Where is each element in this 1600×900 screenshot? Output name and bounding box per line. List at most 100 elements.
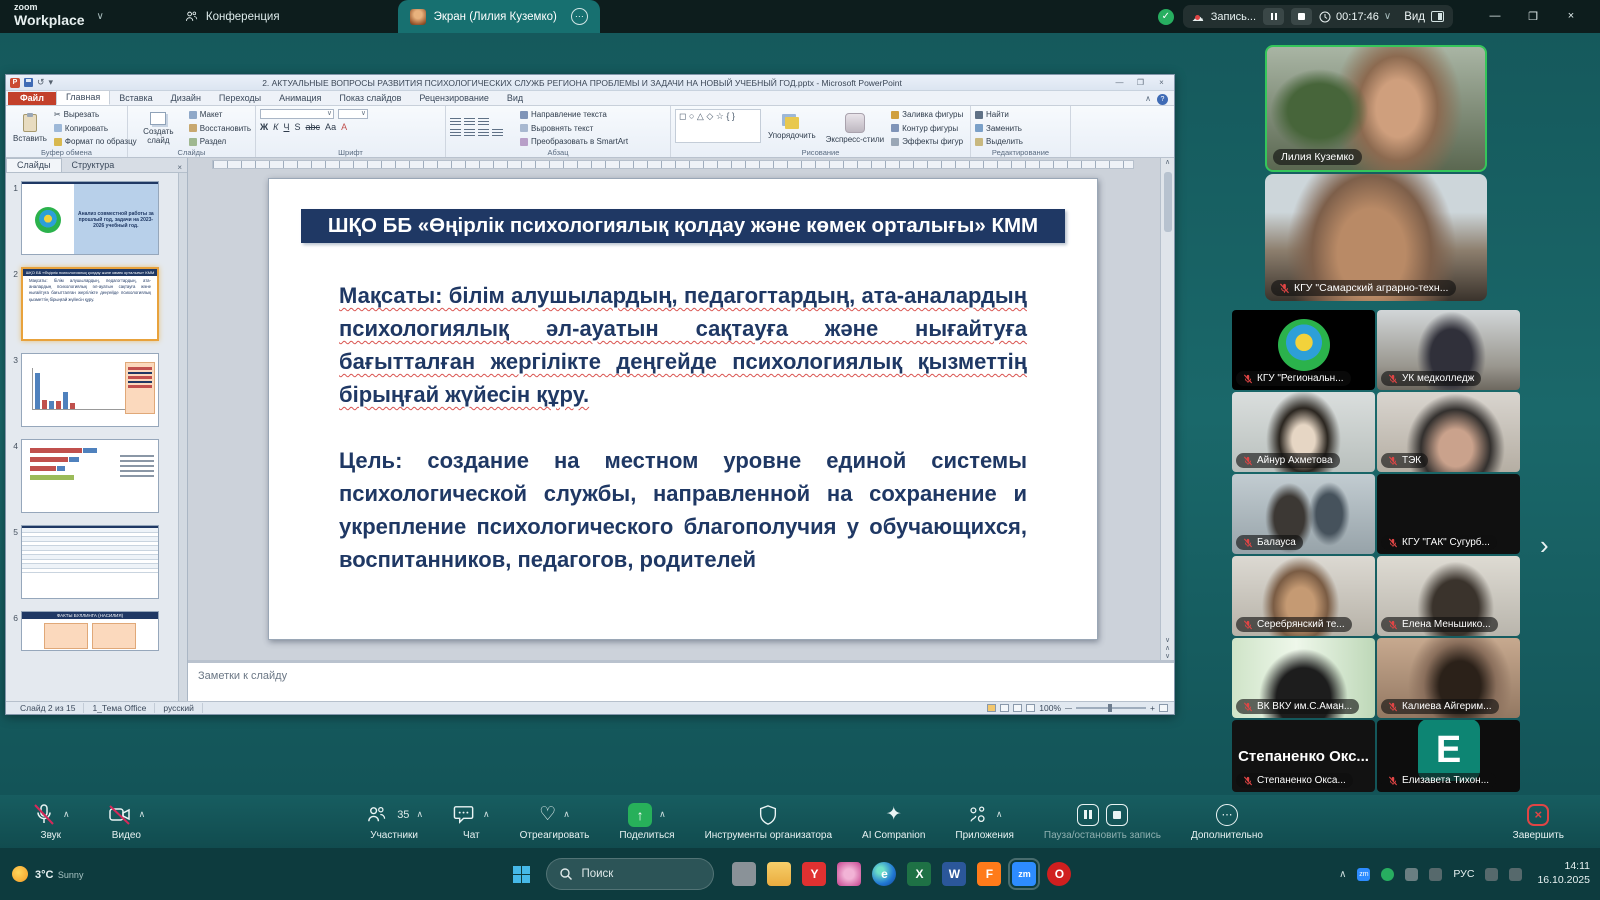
share-chevron-icon[interactable]: ∧ [659, 809, 666, 820]
tab-options-icon[interactable]: ⋯ [571, 8, 588, 25]
slide-thumbnail-6[interactable]: 6 ФАКТЫ БУЛЛИНГА (НАСИЛИЯ) [8, 611, 181, 651]
copy-button[interactable]: Копировать [54, 124, 137, 133]
taskbar-app-excel[interactable]: X [907, 862, 931, 886]
ppt-maximize-button[interactable]: ❐ [1132, 78, 1149, 87]
taskbar-clock[interactable]: 14:11 16.10.2025 [1537, 860, 1590, 887]
view-sorter-button[interactable] [1000, 704, 1009, 712]
react-chevron-icon[interactable]: ∧ [563, 809, 570, 820]
notes-pane[interactable]: Заметки к слайду [188, 660, 1174, 703]
tray-volume-icon[interactable] [1509, 868, 1522, 881]
video-tile[interactable]: ВК ВКУ им.С.Аман... [1232, 638, 1375, 718]
pause-record-icon[interactable] [1077, 804, 1099, 826]
share-button[interactable]: ↑ ∧ Поделиться [609, 795, 684, 848]
tray-keyboard-icon[interactable] [1485, 868, 1498, 881]
participants-button[interactable]: 35 ∧ Участники [355, 795, 433, 848]
close-button[interactable]: × [1552, 10, 1590, 23]
video-tile[interactable]: КГУ "Региональн... [1232, 310, 1375, 390]
tab-insert[interactable]: Вставка [110, 92, 161, 105]
workspace-chevron-icon[interactable]: ∨ [97, 11, 104, 22]
record-control-button[interactable]: Пауза/остановить запись [1034, 795, 1171, 848]
scroll-up-icon[interactable]: ∧ [1165, 158, 1170, 166]
replace-button[interactable]: Заменить [975, 124, 1023, 133]
slide-thumbnail-5[interactable]: 5 [8, 525, 181, 599]
view-button[interactable]: Вид [1404, 11, 1444, 23]
strikethrough-button[interactable]: abc [305, 122, 320, 132]
video-tile[interactable]: Елена Меньшико... [1377, 556, 1520, 636]
apps-chevron-icon[interactable]: ∧ [996, 809, 1003, 820]
new-slide-button[interactable]: Создать слайд [132, 109, 185, 147]
slide-thumbnail-2[interactable]: 2 ШҚО ББ «Өңірлік психологиялық қолдау ж… [8, 267, 181, 341]
zoom-out-button[interactable]: — [1065, 705, 1072, 712]
video-tile[interactable]: УК медколледж [1377, 310, 1520, 390]
section-button[interactable]: Раздел [189, 137, 251, 146]
video-tile[interactable]: Балауса [1232, 474, 1375, 554]
audio-chevron-icon[interactable]: ∧ [63, 809, 70, 820]
text-direction-button[interactable]: Направление текста [520, 110, 628, 119]
ai-companion-button[interactable]: ✦ AI Companion [852, 795, 935, 848]
pane-close-icon[interactable]: × [177, 163, 182, 172]
language-indicator[interactable]: РУС [1453, 868, 1474, 880]
view-reading-button[interactable] [1013, 704, 1022, 712]
italic-button[interactable]: К [273, 122, 278, 132]
shape-effects-button[interactable]: Эффекты фигур [891, 137, 963, 146]
tray-chevron-up-icon[interactable]: ∧ [1339, 869, 1346, 880]
view-normal-button[interactable] [987, 704, 996, 712]
ribbon-collapse-icon[interactable]: ∧ [1145, 94, 1151, 105]
quick-styles-button[interactable]: Экспресс-стили [823, 109, 888, 147]
help-icon[interactable]: ? [1157, 94, 1168, 105]
taskbar-app-photos[interactable] [837, 862, 861, 886]
tab-file[interactable]: Файл [8, 92, 56, 105]
video-tile[interactable]: КГУ "ГАК" Сугурб... [1377, 474, 1520, 554]
stop-record-icon[interactable] [1106, 804, 1128, 826]
tab-home[interactable]: Главная [56, 90, 110, 105]
quickaccess-chevron-icon[interactable]: ▾ [49, 77, 54, 88]
arrange-button[interactable]: Упорядочить [765, 109, 819, 147]
tray-status-icon[interactable] [1381, 868, 1394, 881]
reset-button[interactable]: Восстановить [189, 124, 251, 133]
ppt-close-button[interactable]: × [1153, 78, 1170, 87]
stop-recording-button[interactable] [1291, 8, 1312, 25]
tab-transitions[interactable]: Переходы [210, 92, 270, 105]
shape-fill-button[interactable]: Заливка фигуры [891, 110, 963, 119]
bullets-icon[interactable] [450, 118, 461, 127]
layout-button[interactable]: Макет [189, 110, 251, 119]
scroll-thumb[interactable] [1164, 172, 1172, 232]
shadow-button[interactable]: S [294, 122, 300, 132]
cut-button[interactable]: ✂Вырезать [54, 110, 137, 119]
taskbar-app-yandex[interactable]: Y [802, 862, 826, 886]
slide-thumbnail-4[interactable]: 4 [8, 439, 181, 513]
video-tile[interactable]: Айнур Ахметова [1232, 392, 1375, 472]
pane-tab-slides[interactable]: Слайды [6, 158, 62, 172]
slide[interactable]: ШҚО ББ «Өңірлік психологиялық қолдау жән… [268, 178, 1098, 640]
tray-device-icon[interactable] [1405, 868, 1418, 881]
shape-outline-button[interactable]: Контур фигуры [891, 124, 963, 133]
tab-screen-share[interactable]: Экран (Лилия Куземко) ⋯ [398, 0, 600, 33]
taskbar-app-explorer[interactable] [767, 862, 791, 886]
change-case-button[interactable]: Аа [325, 122, 336, 132]
slide-thumbnail-3[interactable]: 3 [8, 353, 181, 427]
pane-scrollbar[interactable] [178, 173, 187, 703]
participants-chevron-icon[interactable]: ∧ [416, 809, 423, 820]
search-highlight-image[interactable] [685, 862, 709, 886]
weather-widget[interactable]: 3°C Sunny [12, 865, 83, 883]
apps-button[interactable]: ∧ Приложения [945, 795, 1024, 848]
underline-button[interactable]: Ч [283, 122, 289, 132]
taskbar-search[interactable]: Поиск [546, 858, 714, 890]
taskbar-app-window[interactable] [732, 862, 756, 886]
slide-scrollbar[interactable]: ∧ ∨ ∧ ∨ [1160, 158, 1174, 660]
align-text-button[interactable]: Выровнять текст [520, 124, 628, 133]
select-button[interactable]: Выделить [975, 137, 1023, 146]
video-chevron-icon[interactable]: ∧ [139, 809, 146, 820]
indent-icon[interactable] [478, 118, 489, 127]
video-tile[interactable]: Е Елизавета Тихон... [1377, 720, 1520, 792]
video-tile[interactable]: Степаненко Окс... Степаненко Окса... [1232, 720, 1375, 792]
more-button[interactable]: ⋯ Дополнительно [1181, 795, 1273, 848]
save-icon[interactable] [24, 78, 33, 87]
chat-chevron-icon[interactable]: ∧ [483, 809, 490, 820]
taskbar-app-edge[interactable]: e [872, 862, 896, 886]
zoom-in-button[interactable]: + [1150, 703, 1155, 713]
scroll-down-icon[interactable]: ∨ [1165, 636, 1170, 644]
zoom-slider[interactable] [1076, 707, 1146, 709]
undo-icon[interactable]: ↺ [37, 77, 45, 88]
taskbar-app-word[interactable]: W [942, 862, 966, 886]
